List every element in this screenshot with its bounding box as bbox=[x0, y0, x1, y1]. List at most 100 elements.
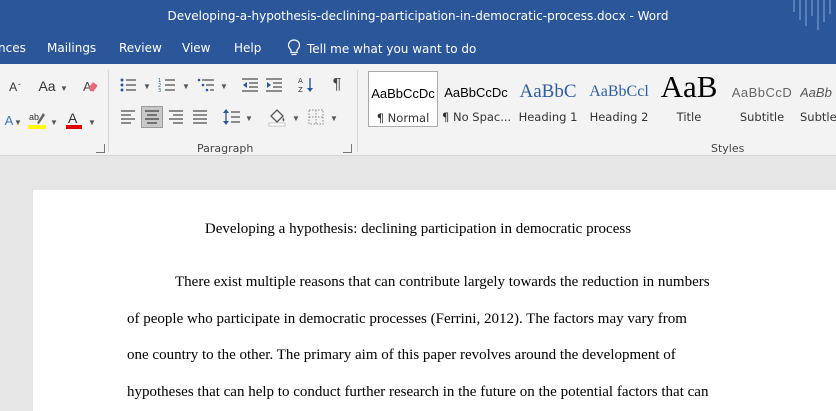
shrink-font-button[interactable]: Aˇ bbox=[4, 78, 26, 96]
borders-icon bbox=[308, 109, 324, 125]
svg-text:ab: ab bbox=[29, 112, 39, 122]
change-case-button[interactable]: Aa bbox=[36, 76, 58, 96]
paragraph-dialog-launcher[interactable] bbox=[343, 144, 352, 153]
document-area[interactable]: Developing a hypothesis: declining parti… bbox=[0, 157, 836, 411]
style-no-spacing[interactable]: AaBbCcDc ¶ No Spac... bbox=[442, 71, 510, 127]
bullet-list-icon bbox=[120, 78, 136, 92]
multilevel-list-button[interactable] bbox=[196, 75, 216, 95]
chevron-down-icon: ▼ bbox=[220, 82, 228, 91]
chevron-down-icon: ▼ bbox=[88, 118, 96, 127]
ribbon: Aˇ Aa ▼ A A ▼ ab ▼ A ▼ ▼ 123 ▼ ▼ A Z ¶ ▼… bbox=[0, 64, 836, 156]
chevron-down-icon: ▼ bbox=[60, 84, 68, 93]
decorative-graphic-icon bbox=[793, 0, 831, 30]
svg-text:3: 3 bbox=[158, 88, 161, 93]
style-sample: AaBbCcD bbox=[731, 85, 793, 100]
indent-icon bbox=[266, 78, 282, 92]
change-case-label: Aa bbox=[38, 78, 56, 94]
style-sample: AaBbCcDc bbox=[444, 85, 508, 100]
style-sample: AaB bbox=[660, 71, 718, 104]
chevron-down-icon: ▼ bbox=[182, 82, 190, 91]
paint-bucket-icon bbox=[268, 109, 286, 127]
tab-mailings[interactable]: Mailings bbox=[47, 41, 96, 55]
tell-me-search[interactable]: Tell me what you want to do bbox=[287, 39, 476, 57]
highlight-swatch bbox=[28, 125, 46, 129]
increase-indent-button[interactable] bbox=[264, 75, 284, 95]
chevron-down-icon: ▼ bbox=[14, 118, 22, 127]
highlighter-icon: ab bbox=[28, 112, 46, 129]
borders-button[interactable] bbox=[306, 107, 326, 127]
style-name: ¶ No Spac... bbox=[442, 110, 510, 124]
tab-help[interactable]: Help bbox=[234, 41, 261, 55]
style-name: Subtle bbox=[800, 110, 836, 124]
clear-formatting-button[interactable]: A bbox=[80, 76, 100, 96]
svg-text:A: A bbox=[68, 110, 78, 126]
align-left-button[interactable] bbox=[118, 107, 138, 127]
paragraph-line: one country to the other. The primary ai… bbox=[127, 347, 676, 363]
title-bar: Developing-a-hypothesis-declining-partic… bbox=[0, 0, 836, 32]
style-name: Subtitle bbox=[739, 110, 785, 124]
style-name: Title bbox=[676, 110, 702, 124]
style-name: ¶ Normal bbox=[376, 111, 430, 125]
group-separator bbox=[108, 70, 109, 152]
font-color-icon: A bbox=[66, 110, 82, 129]
font-color-button[interactable]: A bbox=[64, 108, 84, 132]
group-separator bbox=[357, 70, 358, 152]
align-left-icon bbox=[121, 110, 135, 124]
outdent-icon bbox=[242, 78, 258, 92]
highlight-color-button[interactable]: ab bbox=[26, 108, 48, 132]
eraser-icon: A bbox=[83, 79, 98, 94]
style-subtle-emphasis[interactable]: AaBb Subtle bbox=[800, 71, 836, 127]
styles-gallery: AaBbCcDc ¶ Normal AaBbCcDc ¶ No Spac... … bbox=[366, 71, 836, 127]
align-right-icon bbox=[169, 110, 183, 124]
paragraph-line: There exist multiple reasons that can co… bbox=[175, 274, 710, 290]
chevron-down-icon: ▼ bbox=[50, 118, 58, 127]
lightbulb-icon bbox=[287, 39, 301, 56]
style-name: Heading 1 bbox=[518, 110, 578, 124]
justify-icon bbox=[193, 110, 207, 124]
decrease-indent-button[interactable] bbox=[240, 75, 260, 95]
style-subtitle[interactable]: AaBbCcD Subtitle bbox=[728, 71, 796, 127]
style-sample: AaBbCcDc bbox=[371, 86, 435, 101]
document-title: Developing a hypothesis: declining parti… bbox=[204, 221, 632, 237]
numbered-list-icon: 123 bbox=[158, 78, 175, 93]
style-sample: AaBb bbox=[800, 85, 832, 100]
paragraph-line: of people who participate in democratic … bbox=[127, 311, 687, 327]
line-spacing-icon bbox=[223, 109, 240, 125]
shading-button[interactable] bbox=[266, 106, 288, 128]
styles-group-label: Styles bbox=[711, 142, 745, 155]
svg-text:Z: Z bbox=[298, 86, 303, 94]
pilcrow-icon: ¶ bbox=[332, 76, 342, 93]
tab-references[interactable]: nces bbox=[0, 41, 26, 55]
sort-icon: AZ bbox=[298, 77, 313, 94]
line-spacing-button[interactable] bbox=[222, 107, 242, 127]
ribbon-tab-bar: nces Mailings Review View Help Tell me w… bbox=[0, 32, 836, 64]
align-right-button[interactable] bbox=[166, 107, 186, 127]
justify-button[interactable] bbox=[190, 107, 210, 127]
chevron-down-icon: ▼ bbox=[330, 114, 338, 123]
tell-me-label: Tell me what you want to do bbox=[307, 42, 477, 56]
paragraph-group-label: Paragraph bbox=[197, 142, 254, 155]
sort-button[interactable]: AZ bbox=[296, 75, 316, 95]
tab-view[interactable]: View bbox=[182, 41, 210, 55]
style-name: Heading 2 bbox=[589, 110, 649, 124]
chevron-down-icon: ▼ bbox=[143, 82, 151, 91]
tab-review[interactable]: Review bbox=[119, 41, 162, 55]
window-title: Developing-a-hypothesis-declining-partic… bbox=[167, 9, 669, 23]
font-dialog-launcher[interactable] bbox=[96, 144, 105, 153]
style-sample: AaBbC bbox=[519, 81, 577, 102]
document-page[interactable]: Developing a hypothesis: declining parti… bbox=[33, 190, 836, 411]
multilevel-list-icon bbox=[197, 78, 214, 92]
style-normal[interactable]: AaBbCcDc ¶ Normal bbox=[368, 71, 438, 127]
chevron-down-icon: ▼ bbox=[245, 114, 253, 123]
align-center-icon bbox=[145, 110, 159, 124]
show-formatting-marks-button[interactable]: ¶ bbox=[328, 75, 346, 95]
svg-text:A: A bbox=[298, 77, 303, 85]
style-title[interactable]: AaB Title bbox=[656, 71, 722, 127]
style-sample: AaBbCcl bbox=[589, 83, 649, 100]
numbering-button[interactable]: 123 bbox=[157, 75, 177, 95]
style-heading-1[interactable]: AaBbC Heading 1 bbox=[514, 71, 582, 127]
style-heading-2[interactable]: AaBbCcl Heading 2 bbox=[586, 71, 652, 127]
chevron-down-icon: ▼ bbox=[292, 114, 300, 123]
bullets-button[interactable] bbox=[118, 75, 138, 95]
center-button[interactable] bbox=[141, 106, 163, 128]
